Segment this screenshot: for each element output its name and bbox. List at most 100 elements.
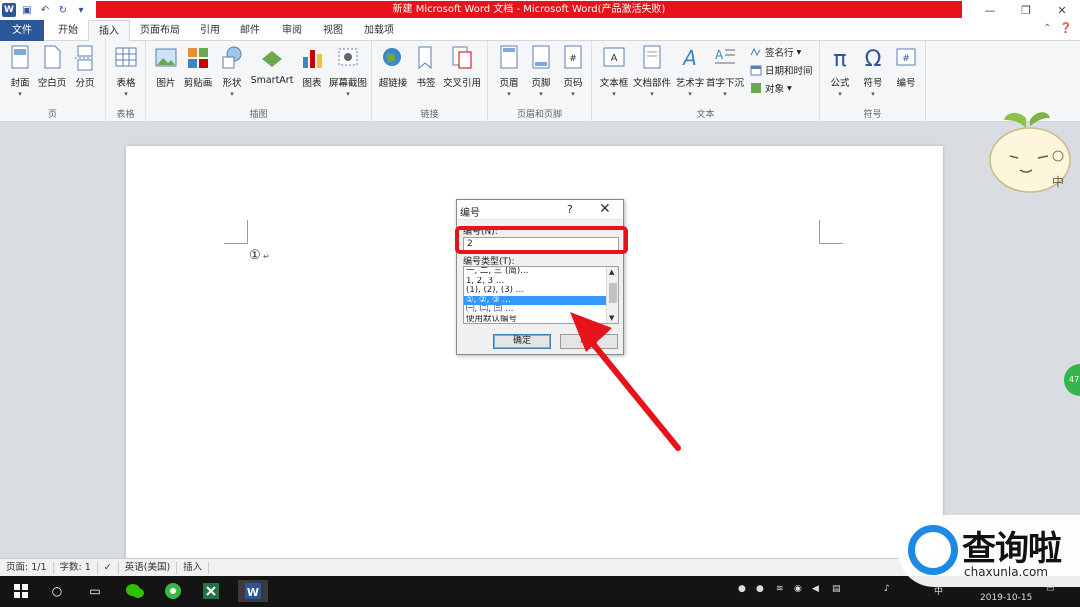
list-item[interactable]: (1), (2), (3) … [464, 286, 606, 296]
list-item[interactable]: 一, 二, 三 (简)… [464, 267, 606, 277]
svg-text:W: W [247, 586, 259, 599]
wechat-icon[interactable] [124, 580, 146, 602]
tray-chat-icon[interactable]: ● [756, 584, 764, 594]
object-button[interactable]: 对象 ▾ [750, 81, 792, 95]
number-icon: # [896, 48, 916, 66]
symbol-button[interactable]: Ω 符号 ▾ [855, 45, 891, 98]
tab-view[interactable]: 视图 [313, 20, 353, 41]
dialog-title-bar: 编号 ? ✕ [457, 200, 623, 220]
save-icon[interactable]: ▣ [20, 3, 34, 17]
wordart-icon: A [681, 46, 697, 70]
page-number-button[interactable]: # 页码 ▾ [555, 45, 591, 98]
ribbon: 封面 ▾ 空白页 分页 页 表格 ▾ 表格 图片 剪贴画 形状 ▾ SmartA… [0, 41, 1080, 122]
group-pages: 封面 ▾ 空白页 分页 页 [0, 41, 106, 122]
picture-button[interactable]: 图片 [148, 45, 184, 89]
crop-mark [224, 220, 248, 244]
svg-text:A: A [681, 46, 697, 70]
restore-icon[interactable]: ❐ [1008, 0, 1044, 20]
page-break-button[interactable]: 分页 [67, 45, 103, 89]
tab-home[interactable]: 开始 [48, 20, 88, 41]
svg-text:A: A [715, 48, 724, 62]
search-icon[interactable]: ○ [46, 580, 68, 602]
calendar-icon [750, 65, 762, 76]
redo-icon[interactable]: ↻ [56, 3, 70, 17]
tray-wifi-icon[interactable]: ≋ [776, 584, 784, 594]
tray-network-icon[interactable]: ▤ [832, 584, 841, 594]
group-illustrations: 图片 剪贴画 形状 ▾ SmartArt 图表 屏幕截图 ▾ 插图 [146, 41, 372, 122]
number-button[interactable]: # 编号 [888, 45, 924, 89]
tab-page-layout[interactable]: 页面布局 [130, 20, 190, 41]
smartart-button[interactable]: SmartArt [251, 45, 293, 86]
wordart-button[interactable]: A 艺术字 ▾ [672, 45, 708, 98]
equation-button[interactable]: π 公式 ▾ [822, 45, 858, 98]
footer-button[interactable]: 页脚 ▾ [523, 45, 559, 98]
group-label: 符号 [863, 110, 882, 120]
tray-volume-icon[interactable]: ♪ [884, 584, 890, 594]
chart-button[interactable]: 图表 [294, 45, 330, 89]
signature-line-button[interactable]: 签名行 ▾ [750, 45, 801, 59]
group-label: 页 [47, 110, 57, 120]
tray-wechat-icon[interactable]: ● [738, 584, 746, 594]
drop-cap-button[interactable]: A 首字下沉 ▾ [706, 45, 744, 98]
window-title: 新建 Microsoft Word 文档 - Microsoft Word(产品… [96, 1, 962, 18]
cover-page-button[interactable]: 封面 ▾ [2, 45, 38, 98]
bookmark-button[interactable]: 书签 [408, 45, 444, 89]
close-icon[interactable]: ✕ [1044, 0, 1080, 20]
word-taskbar-icon[interactable]: W [238, 580, 268, 602]
windows-start-icon[interactable] [10, 580, 32, 602]
ok-button[interactable]: 确定 [493, 334, 551, 349]
customize-qat-icon[interactable]: ▾ [74, 3, 88, 17]
table-button[interactable]: 表格 ▾ [108, 45, 144, 98]
omega-icon: Ω [865, 47, 882, 71]
minimize-ribbon-icon[interactable]: ⌃ [1043, 23, 1051, 34]
footer-icon [532, 45, 550, 69]
clipart-button[interactable]: 剪贴画 [180, 45, 216, 89]
dialog-close-icon[interactable]: ✕ [599, 201, 611, 217]
cover-page-icon [11, 45, 29, 69]
tab-mailings[interactable]: 邮件 [230, 20, 270, 41]
tab-addins[interactable]: 加载项 [354, 20, 404, 41]
excel-icon[interactable] [200, 580, 222, 602]
minimize-icon[interactable]: — [972, 0, 1008, 20]
undo-icon[interactable]: ↶ [38, 3, 52, 17]
help-button[interactable]: ? [567, 203, 573, 216]
taskbar-date[interactable]: 2019-10-15 [980, 593, 1032, 603]
tab-insert[interactable]: 插入 [88, 20, 130, 42]
tab-review[interactable]: 审阅 [272, 20, 312, 41]
browser-icon[interactable] [162, 580, 184, 602]
list-item[interactable]: 1, 2, 3 … [464, 277, 606, 287]
status-page[interactable]: 页面: 1/1 [0, 561, 54, 574]
header-button[interactable]: 页眉 ▾ [491, 45, 527, 98]
hyperlink-button[interactable]: 超链接 [375, 45, 411, 89]
screenshot-button[interactable]: 屏幕截图 ▾ [329, 45, 367, 98]
svg-text:中: 中 [1052, 174, 1064, 189]
status-mode[interactable]: 插入 [177, 561, 210, 574]
date-time-button[interactable]: 日期和时间 [750, 63, 813, 77]
textbox-button[interactable]: A 文本框 ▾ [596, 45, 632, 98]
tray-volume-mute-icon[interactable]: ◀ [812, 584, 819, 594]
group-symbols: π 公式 ▾ Ω 符号 ▾ # 编号 符号 [820, 41, 926, 122]
cross-reference-icon [452, 46, 472, 69]
document-text[interactable]: ① [249, 248, 261, 263]
tray-app-icon[interactable]: ◉ [794, 584, 802, 594]
status-words[interactable]: 字数: 1 [54, 561, 98, 574]
shapes-button[interactable]: 形状 ▾ [214, 45, 250, 98]
cross-reference-button[interactable]: 交叉引用 [443, 45, 481, 89]
status-language[interactable]: 英语(美国) [119, 561, 178, 574]
annotation-highlight-box [455, 226, 628, 254]
help-icon[interactable]: ❓ [1060, 23, 1072, 34]
tab-references[interactable]: 引用 [190, 20, 230, 41]
blank-page-button[interactable]: 空白页 [34, 45, 70, 89]
globe-icon [383, 48, 401, 66]
table-icon [115, 47, 137, 67]
task-view-icon[interactable]: ▭ [84, 580, 106, 602]
quick-parts-button[interactable]: 文档部件 ▾ [633, 45, 671, 98]
group-label: 表格 [116, 110, 135, 120]
mascot-sprout-icon[interactable]: 中 [986, 108, 1076, 196]
svg-text:#: # [902, 54, 910, 64]
tab-file[interactable]: 文件 [0, 20, 44, 41]
page-number-icon: # [564, 45, 582, 69]
chart-icon [303, 50, 322, 68]
proofing-icon[interactable]: ✓ [98, 561, 119, 574]
scroll-up-icon[interactable]: ▲ [609, 268, 614, 276]
